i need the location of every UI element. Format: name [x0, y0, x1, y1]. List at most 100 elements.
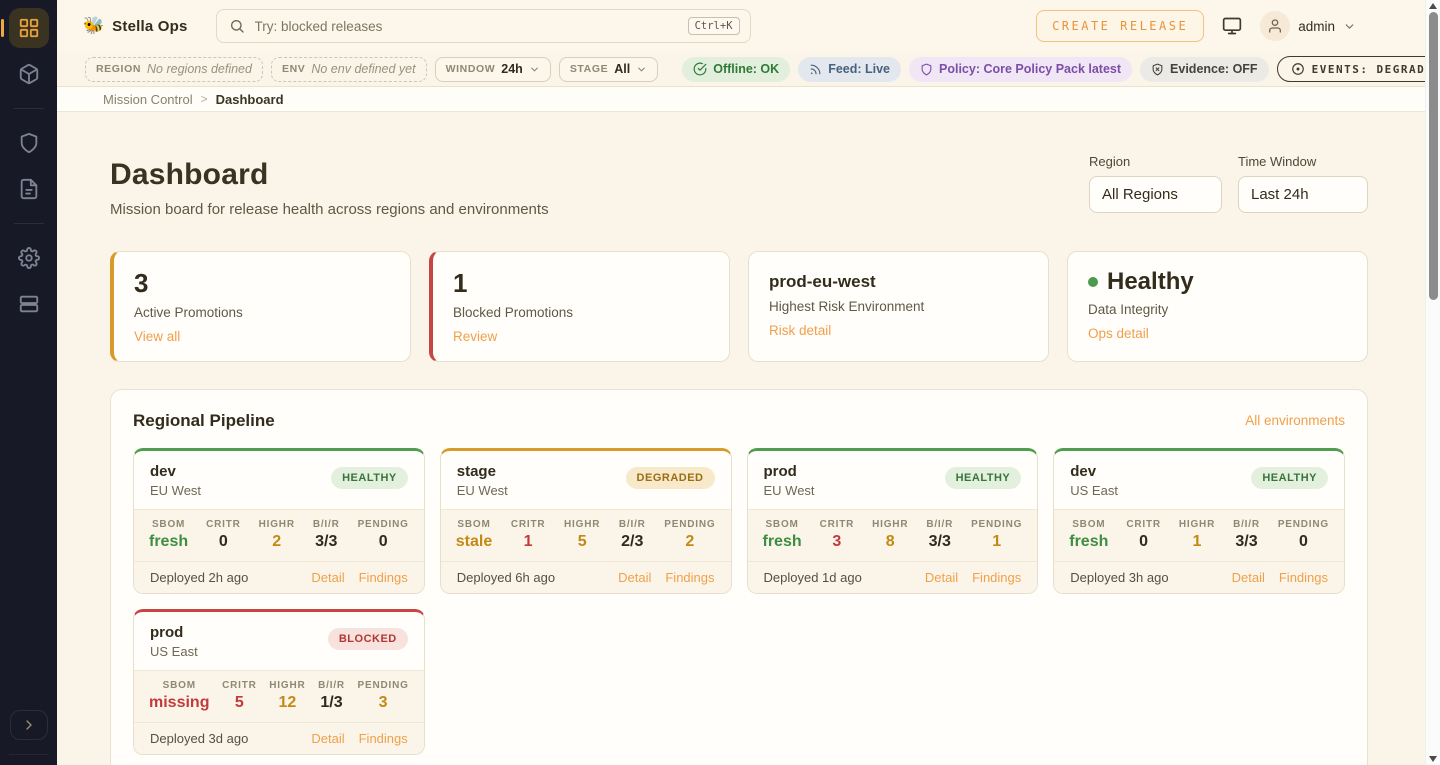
app-name: Stella Ops	[112, 18, 187, 35]
stage-filter-label: STAGE	[570, 63, 608, 75]
sidebar-item-security[interactable]	[9, 123, 49, 163]
stat-value: 3	[820, 533, 855, 551]
shield-x-icon	[1151, 63, 1164, 76]
detail-link[interactable]: Detail	[618, 570, 651, 585]
breadcrumb: Mission Control > Dashboard	[57, 87, 1440, 112]
global-search[interactable]: Ctrl+K	[216, 9, 751, 43]
stat-label: B/I/R	[1233, 519, 1260, 530]
review-link[interactable]: Review	[453, 329, 497, 344]
display-mode-button[interactable]	[1222, 16, 1242, 36]
pending-stat: PENDING 3	[358, 680, 409, 712]
env-filter-value: No env defined yet	[311, 62, 415, 76]
stat-value: missing	[149, 694, 209, 712]
search-shortcut-hint: Ctrl+K	[688, 17, 740, 35]
pending-stat: PENDING 0	[1278, 519, 1329, 551]
stat-value: 0	[206, 533, 241, 551]
detail-link[interactable]: Detail	[311, 570, 344, 585]
sbom-stat: SBOM stale	[456, 519, 492, 551]
sidebar-item-releases[interactable]	[9, 54, 49, 94]
deployed-text: Deployed 1d ago	[764, 570, 862, 585]
sbom-stat: SBOM fresh	[149, 519, 188, 551]
stat-value: 0	[358, 533, 409, 551]
ops-detail-link[interactable]: Ops detail	[1088, 326, 1149, 341]
search-input[interactable]	[255, 19, 678, 34]
all-environments-link[interactable]: All environments	[1245, 413, 1345, 428]
environment-region: US East	[1070, 483, 1118, 498]
create-release-button[interactable]: CREATE RELEASE	[1036, 10, 1204, 42]
scrollbar-thumb[interactable]	[1429, 12, 1438, 300]
feed-status-pill[interactable]: Feed: Live	[798, 57, 901, 82]
environment-region: EU West	[457, 483, 508, 498]
risk-detail-link[interactable]: Risk detail	[769, 323, 831, 338]
scroll-down-arrow[interactable]	[1429, 756, 1437, 762]
stage-filter-pill[interactable]: STAGE All	[559, 57, 658, 82]
blocked-promotions-count: 1	[453, 269, 709, 298]
window-filter-value: 24h	[501, 62, 523, 76]
breadcrumb-parent[interactable]: Mission Control	[103, 92, 193, 107]
findings-link[interactable]: Findings	[665, 570, 714, 585]
stat-value: 1/3	[318, 694, 345, 712]
critr-stat: CRITR 5	[222, 680, 257, 712]
highr-stat: HIGHR 12	[269, 680, 305, 712]
page-scrollbar	[1425, 0, 1440, 765]
detail-link[interactable]: Detail	[925, 570, 958, 585]
findings-link[interactable]: Findings	[359, 570, 408, 585]
feed-status-text: Feed: Live	[828, 62, 890, 76]
stat-value: 1	[971, 533, 1022, 551]
scroll-up-arrow[interactable]	[1429, 3, 1437, 9]
sidebar-item-settings[interactable]	[9, 238, 49, 278]
stat-label: B/I/R	[313, 519, 340, 530]
stat-value: 12	[269, 694, 305, 712]
findings-link[interactable]: Findings	[972, 570, 1021, 585]
sidebar-item-infrastructure[interactable]	[9, 284, 49, 324]
monitor-icon	[1222, 16, 1242, 36]
stats-row: SBOM fresh CRITR 0 HIGHR 1 B/I/R 3/3 PEN…	[1054, 509, 1344, 562]
events-status-pill[interactable]: EVENTS: DEGRADED	[1277, 56, 1440, 82]
summary-cards: 3 Active Promotions View all 1 Blocked P…	[110, 251, 1368, 362]
breadcrumb-current: Dashboard	[216, 92, 284, 107]
detail-link[interactable]: Detail	[311, 731, 344, 746]
rss-icon	[809, 63, 822, 76]
avatar	[1260, 11, 1290, 41]
sidebar-item-dashboard[interactable]	[9, 8, 49, 48]
pending-stat: PENDING 2	[664, 519, 715, 551]
user-menu[interactable]: admin	[1260, 11, 1356, 41]
time-window-select[interactable]: Last 24h	[1238, 176, 1368, 213]
region-filter-pill[interactable]: REGION No regions defined	[85, 57, 263, 82]
check-circle-icon	[693, 62, 707, 76]
stat-label: PENDING	[664, 519, 715, 530]
offline-status-pill[interactable]: Offline: OK	[682, 57, 790, 82]
stat-label: PENDING	[1278, 519, 1329, 530]
policy-status-pill[interactable]: Policy: Core Policy Pack latest	[909, 57, 1132, 82]
chevron-down-icon	[1343, 20, 1356, 33]
highest-risk-value: prod-eu-west	[769, 269, 1028, 292]
pipeline-card: prod US East BLOCKED SBOM missing CRITR …	[133, 609, 425, 755]
evidence-status-pill[interactable]: Evidence: OFF	[1140, 57, 1269, 82]
window-filter-pill[interactable]: WINDOW 24h	[435, 57, 551, 82]
stat-value: 2	[664, 533, 715, 551]
stats-row: SBOM fresh CRITR 0 HIGHR 2 B/I/R 3/3 PEN…	[134, 509, 424, 562]
stat-label: CRITR	[206, 519, 241, 530]
stat-value: fresh	[763, 533, 802, 551]
regional-pipeline-panel: Regional Pipeline All environments dev E…	[110, 389, 1368, 765]
highr-stat: HIGHR 5	[564, 519, 600, 551]
highest-risk-label: Highest Risk Environment	[769, 299, 1028, 314]
package-icon	[18, 63, 40, 85]
detail-link[interactable]: Detail	[1232, 570, 1265, 585]
page-title: Dashboard	[110, 158, 549, 192]
pipeline-card: dev EU West HEALTHY SBOM fresh CRITR 0 H…	[133, 448, 425, 594]
findings-link[interactable]: Findings	[359, 731, 408, 746]
pipeline-card: dev US East HEALTHY SBOM fresh CRITR 0 H…	[1053, 448, 1345, 594]
sidebar-collapse-button[interactable]	[10, 710, 48, 740]
status-badge: HEALTHY	[1251, 467, 1328, 489]
view-all-link[interactable]: View all	[134, 329, 180, 344]
chevron-down-icon	[529, 64, 540, 75]
stats-row: SBOM fresh CRITR 3 HIGHR 8 B/I/R 3/3 PEN…	[748, 509, 1038, 562]
stat-value: 5	[222, 694, 257, 712]
sidebar-item-documents[interactable]	[9, 169, 49, 209]
env-filter-pill[interactable]: ENV No env defined yet	[271, 57, 427, 82]
active-promotions-card: 3 Active Promotions View all	[110, 251, 411, 362]
findings-link[interactable]: Findings	[1279, 570, 1328, 585]
region-select[interactable]: All Regions	[1089, 176, 1222, 213]
critr-stat: CRITR 0	[206, 519, 241, 551]
